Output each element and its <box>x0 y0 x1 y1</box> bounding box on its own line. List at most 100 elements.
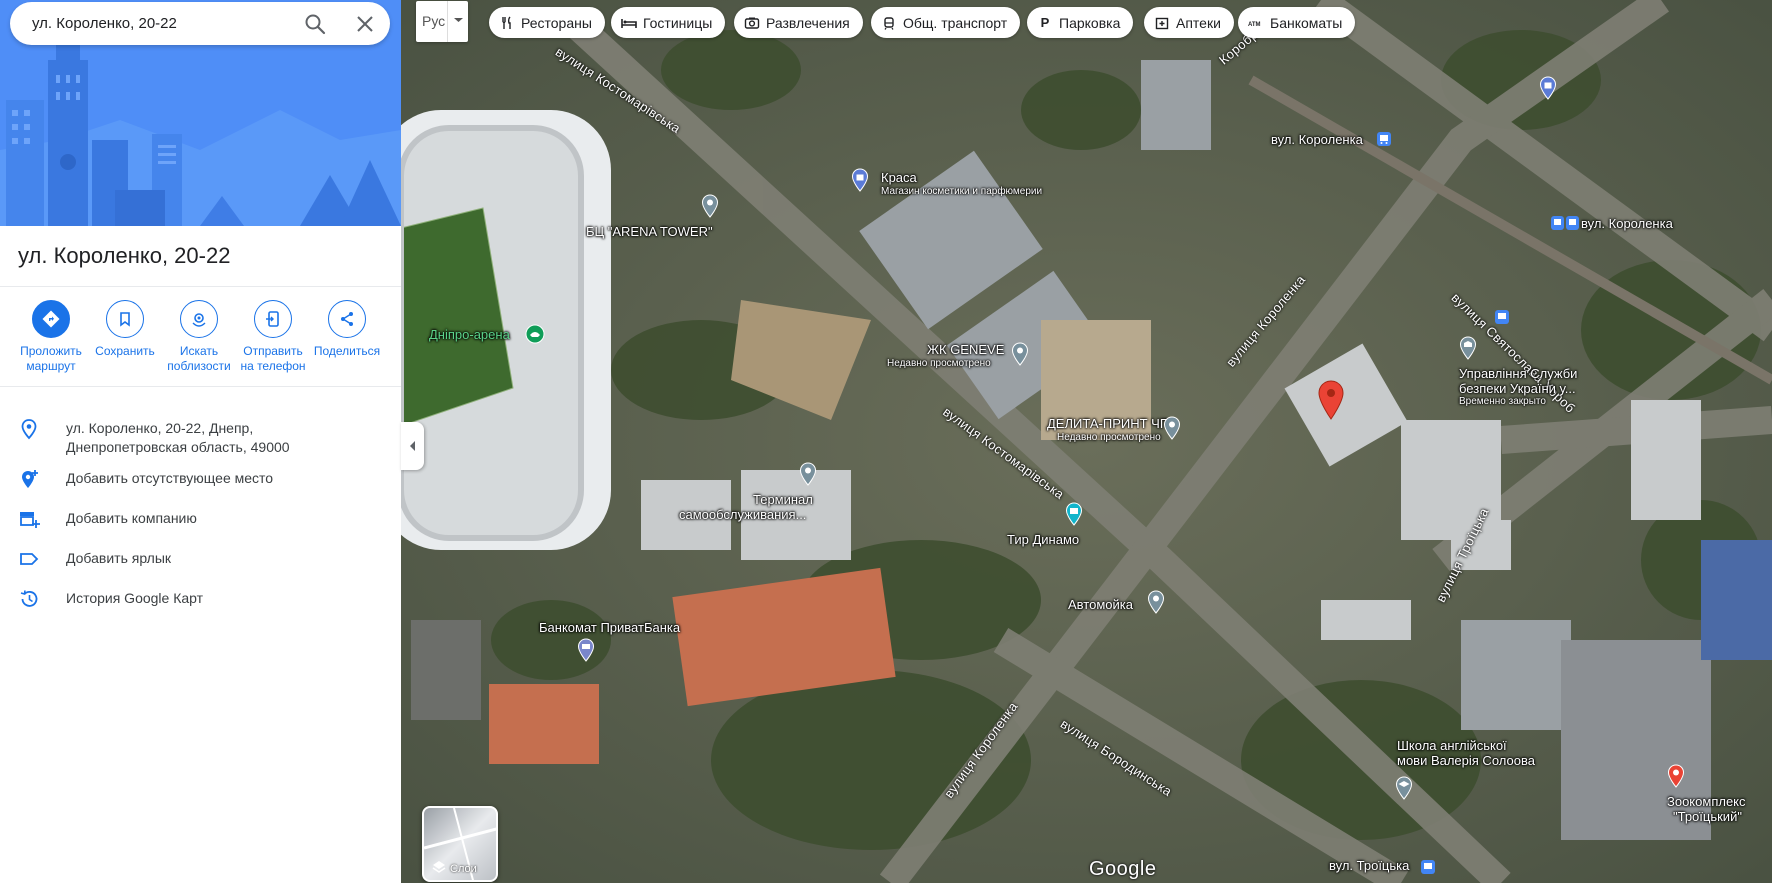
google-logo: Google <box>1089 858 1157 880</box>
poi-label-zoo-2: "Троїцький" <box>1673 809 1742 824</box>
chip-transit[interactable]: Общ. транспорт <box>871 7 1021 38</box>
search-box <box>10 2 390 45</box>
parking-icon: P <box>1040 15 1050 30</box>
poi-label-terminal-2: самообслуживания... <box>679 507 807 522</box>
shopping-bag-icon <box>1539 76 1557 100</box>
poi-pin-privat-atm[interactable] <box>577 638 595 667</box>
nearby-label: Искать поблизости <box>167 344 231 373</box>
collapse-panel-button[interactable] <box>401 422 424 470</box>
divider <box>0 386 401 387</box>
poi-pin-geneve[interactable] <box>1011 342 1029 371</box>
nearby-icon <box>180 300 218 338</box>
school-icon <box>1395 776 1413 800</box>
fork-knife-icon <box>499 15 515 31</box>
chip-atms[interactable]: ATM Банкоматы <box>1238 7 1356 38</box>
maps-history-label: История Google Карт <box>66 590 204 606</box>
chip-restaurants[interactable]: Рестораны <box>489 7 605 38</box>
bus-stop-icon[interactable] <box>1421 860 1435 879</box>
poi-label-tir-dinamo: Тир Динамо <box>1007 532 1080 547</box>
tram-stop-icon[interactable] <box>1551 216 1579 235</box>
label-icon <box>18 548 40 570</box>
atm-icon <box>577 638 595 662</box>
transit-stop-label: вул. Короленка <box>1581 216 1673 231</box>
add-business-row[interactable]: Добавить компанию <box>0 500 401 536</box>
share-button[interactable]: Поделиться <box>310 300 384 359</box>
search-icon[interactable] <box>302 11 328 37</box>
poi-sublabel-geneve: Недавно просмотрено <box>887 358 991 369</box>
chip-restaurants-label: Рестораны <box>521 14 592 31</box>
add-label-row[interactable]: Добавить ярлык <box>0 540 401 576</box>
location-pin-icon <box>1011 342 1029 366</box>
location-pin-icon <box>1147 590 1165 614</box>
poi-sublabel-delita: Недавно просмотрено <box>1057 432 1161 443</box>
place-title: ул. Короленко, 20-22 <box>18 243 231 268</box>
government-icon <box>1459 336 1477 360</box>
chip-entertainment[interactable]: Развлечения <box>734 7 863 38</box>
directions-icon <box>32 300 70 338</box>
chip-hotels-label: Гостиницы <box>643 14 713 31</box>
directions-button[interactable]: Проложить маршрут <box>14 300 88 374</box>
poi-label-krasa: Краса <box>881 170 917 185</box>
layers-button[interactable]: Слои <box>422 806 498 882</box>
poi-pin-terminal[interactable] <box>799 462 817 491</box>
poi-label-terminal-1: Терминал <box>753 492 813 507</box>
poi-label-automoika: Автомойка <box>1068 597 1133 612</box>
chip-pharmacies-label: Аптеки <box>1176 14 1221 31</box>
poi-label-geneve: ЖК GENEVE <box>927 342 1005 357</box>
send-to-phone-button[interactable]: Отправить на телефон <box>236 300 310 374</box>
poi-label-dnipro-arena: Дніпро-арена <box>429 327 510 342</box>
poi-label-upravlinnia-1: Управління Служби <box>1459 366 1578 381</box>
camera-icon <box>744 15 760 31</box>
add-label-label: Добавить ярлык <box>66 550 172 566</box>
save-label: Сохранить <box>95 344 155 358</box>
add-business-label: Добавить компанию <box>66 510 197 526</box>
poi-pin-krasa[interactable] <box>851 168 869 197</box>
red-pin-icon <box>1318 380 1344 420</box>
atm-icon: ATM <box>1248 15 1264 31</box>
save-button[interactable]: Сохранить <box>88 300 162 359</box>
layers-label: Слои <box>450 863 477 875</box>
chip-parking[interactable]: P Парковка <box>1027 7 1134 38</box>
place-panel: ул. Короленко, 20-22 Проложить маршрут С… <box>0 0 401 883</box>
poi-sublabel-krasa: Магазин косметики и парфюмерии <box>881 186 1043 197</box>
poi-pin-delita[interactable] <box>1163 416 1181 445</box>
poi-pin-zoo[interactable] <box>1667 764 1685 793</box>
bookmark-icon <box>106 300 144 338</box>
bus-stop-icon[interactable] <box>1377 132 1391 151</box>
map-canvas[interactable]: Рус Рестораны Гостиницы Развлечения Общ.… <box>401 0 1772 883</box>
language-button[interactable]: Рус <box>416 1 468 42</box>
svg-text:ATM: ATM <box>1248 22 1261 28</box>
divider <box>0 286 401 287</box>
tram-icon <box>881 15 897 31</box>
address-text: ул. Короленко, 20-22, Днепр, Днепропетро… <box>66 419 290 457</box>
poi-label-privat-atm: Банкомат ПриватБанка <box>539 620 681 635</box>
poi-pin-upravlinnia[interactable] <box>1459 336 1477 365</box>
share-label: Поделиться <box>313 344 381 358</box>
search-input[interactable] <box>32 2 292 45</box>
close-icon[interactable] <box>352 11 378 37</box>
directions-label: Проложить маршрут <box>20 344 82 373</box>
maps-app: ул. Короленко, 20-22 Проложить маршрут С… <box>0 0 1772 883</box>
maps-history-row[interactable]: История Google Карт <box>0 580 401 616</box>
bed-icon <box>621 15 637 31</box>
poi-pin-tir-dinamo[interactable] <box>1065 502 1083 531</box>
poi-label-arena-tower: БЦ "ARENA TOWER" <box>586 224 713 239</box>
nearby-button[interactable]: Искать поблизости <box>162 300 236 374</box>
chip-hotels[interactable]: Гостиницы <box>611 7 726 38</box>
address-row[interactable]: ул. Короленко, 20-22, Днепр, Днепропетро… <box>0 410 401 460</box>
pharmacy-icon <box>1154 15 1170 31</box>
poi-pin-automoika[interactable] <box>1147 590 1165 619</box>
poi-pin-shop[interactable] <box>1539 76 1557 105</box>
selected-place-marker[interactable] <box>1317 380 1345 425</box>
poi-pin-arena-tower[interactable] <box>701 194 719 223</box>
bus-stop-icon[interactable] <box>1495 310 1509 329</box>
poi-label-upravlinnia-2: безпеки України у... <box>1459 381 1576 396</box>
poi-pin-school[interactable] <box>1395 776 1413 805</box>
chip-pharmacies[interactable]: Аптеки <box>1144 7 1234 38</box>
poi-pin-dnipro-arena[interactable] <box>525 324 545 349</box>
add-missing-place-row[interactable]: Добавить отсутствующее место <box>0 460 401 496</box>
location-pin-icon <box>18 418 40 440</box>
add-place-icon <box>18 468 40 490</box>
address-line-2: Днепропетровская область, 49000 <box>66 439 290 455</box>
chip-entertainment-label: Развлечения <box>766 14 850 31</box>
